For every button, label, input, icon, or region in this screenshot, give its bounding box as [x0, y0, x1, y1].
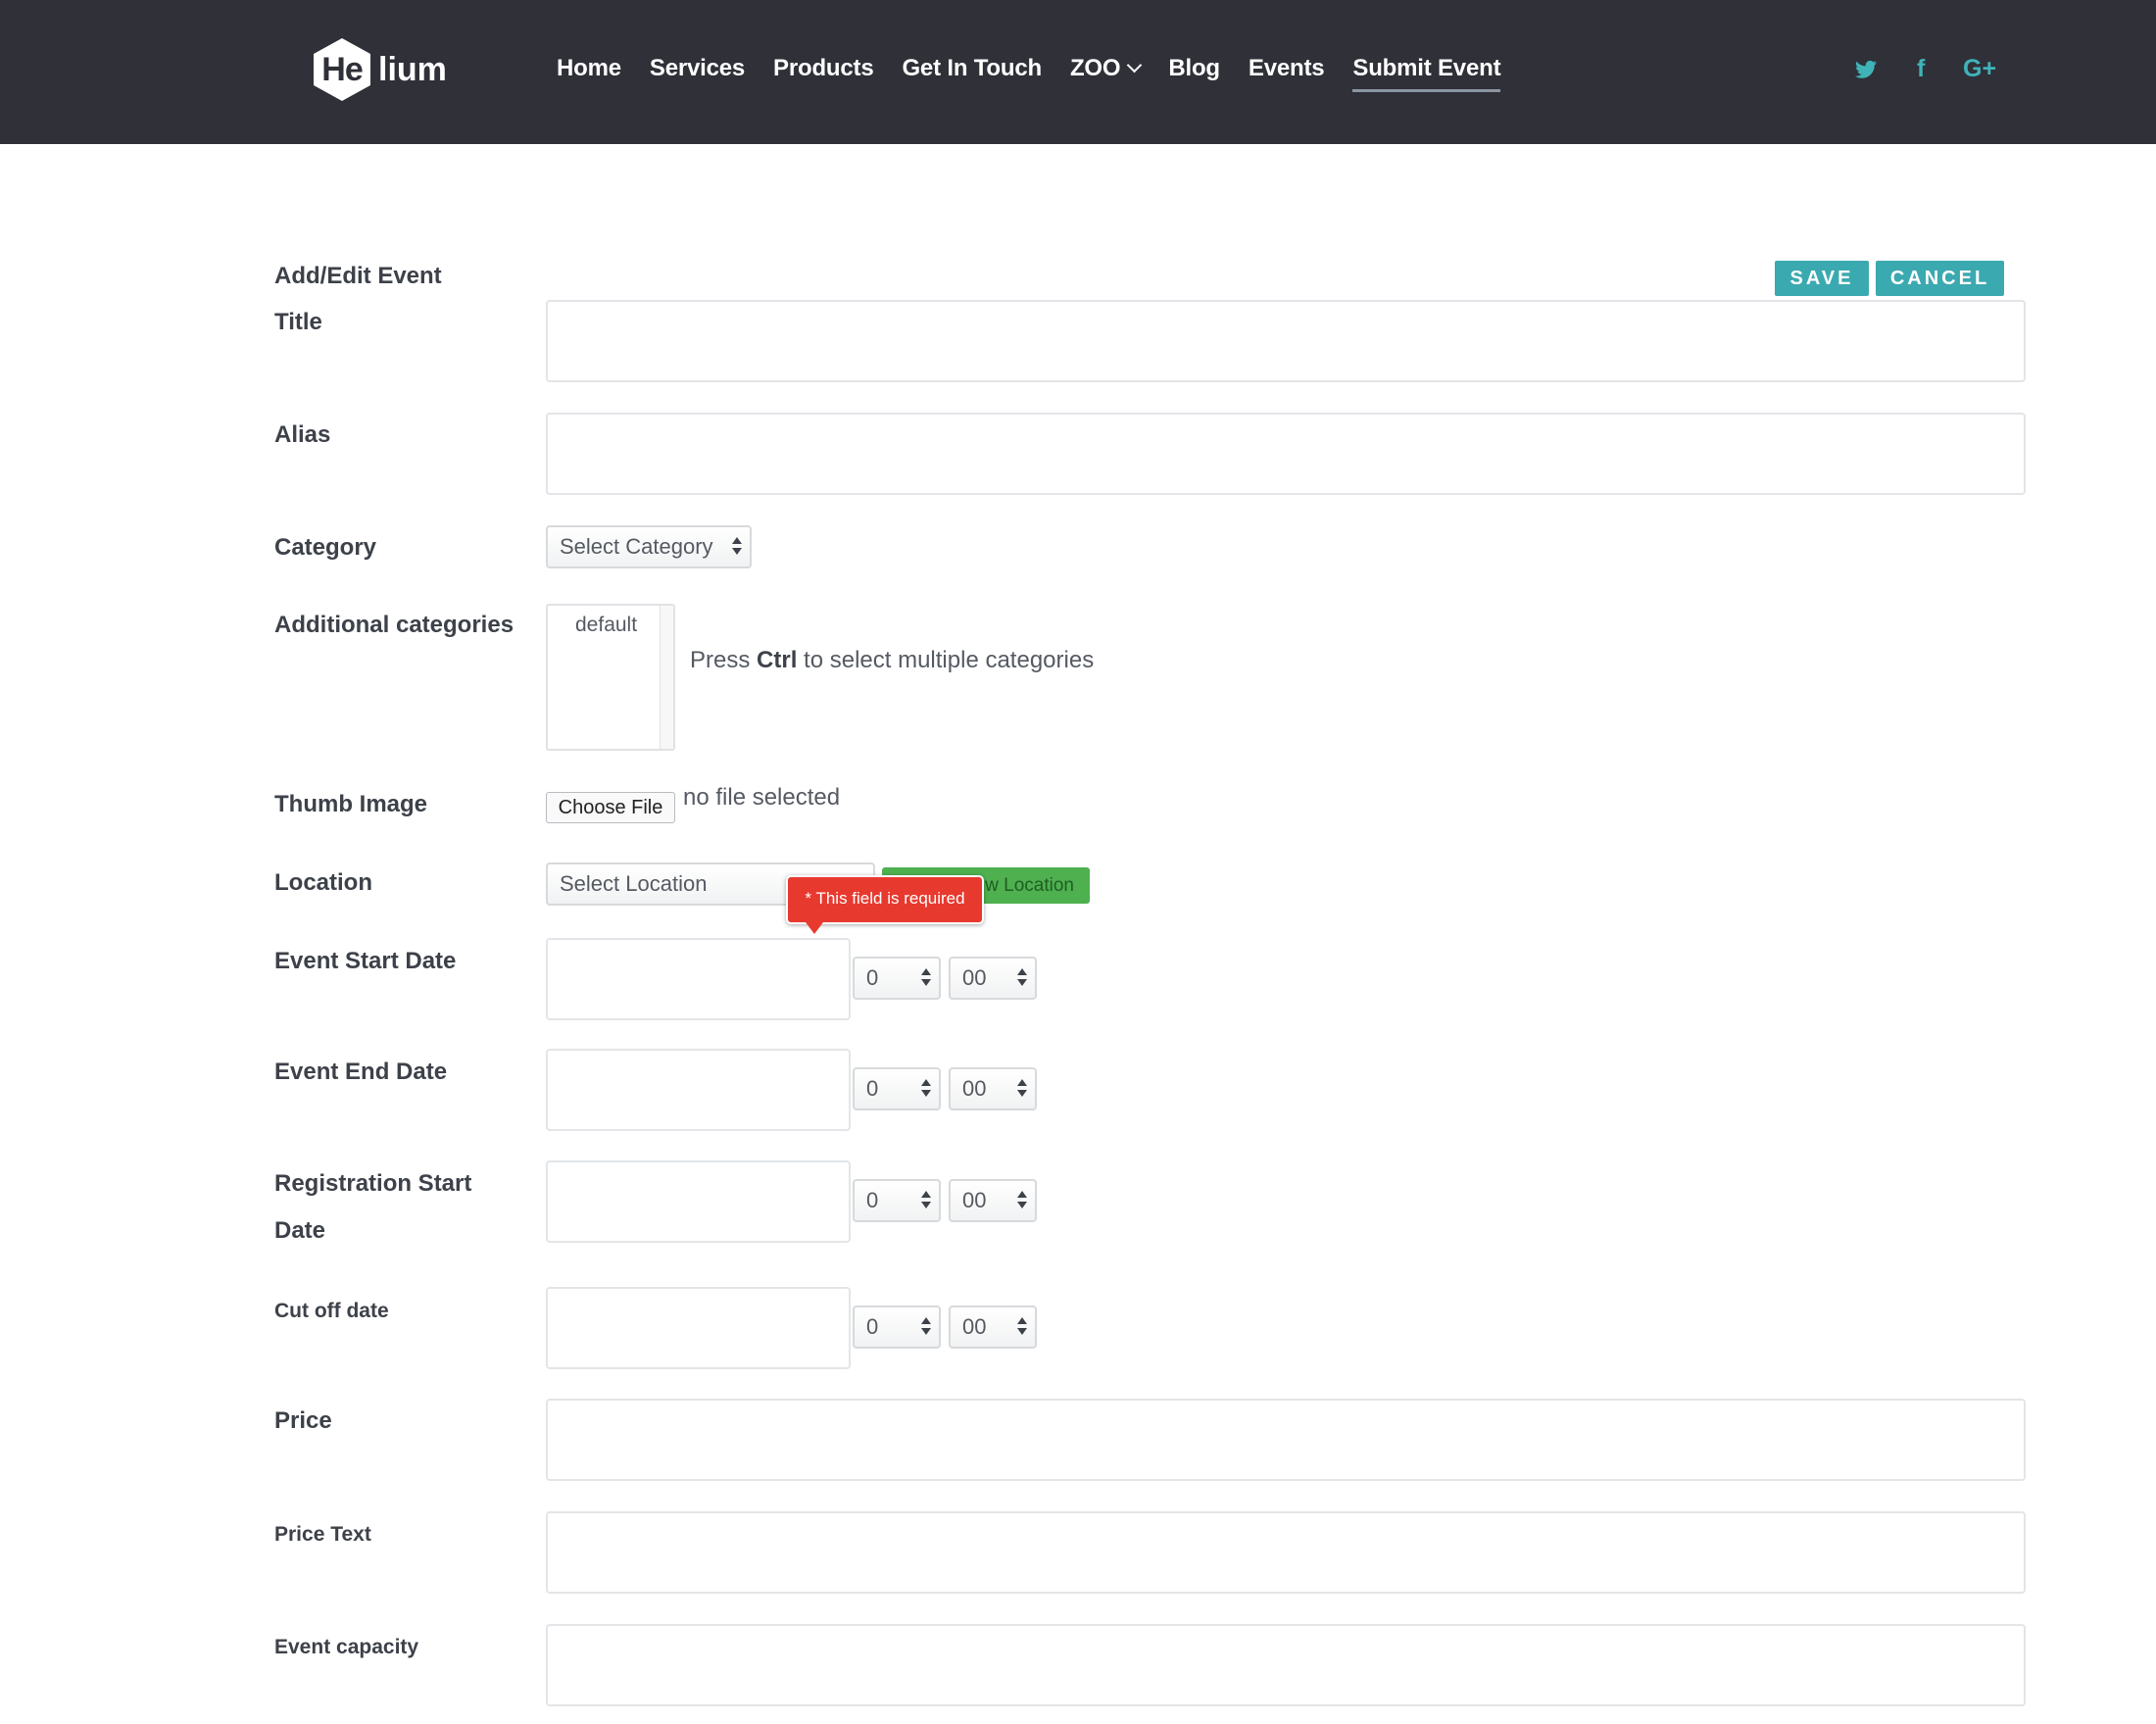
- nav-zoo-label: ZOO: [1069, 55, 1121, 81]
- price-label: Price: [274, 1407, 332, 1434]
- registration-start-date-label: Registration Start Date: [274, 1170, 472, 1244]
- select-arrows-icon: [921, 1191, 931, 1210]
- registration-start-minute-select[interactable]: 00: [949, 1179, 1037, 1222]
- event-start-date-input[interactable]: [546, 938, 851, 1020]
- logo-hexagon-icon: He: [312, 37, 372, 102]
- hour-value: 0: [866, 1314, 879, 1339]
- google-plus-icon[interactable]: G+: [1963, 51, 1996, 86]
- event-capacity-input[interactable]: [546, 1624, 2026, 1706]
- event-start-minute-select[interactable]: 00: [949, 957, 1037, 1000]
- event-end-date-input[interactable]: [546, 1049, 851, 1131]
- hint-suffix: to select multiple categories: [804, 647, 1095, 673]
- hour-value: 0: [866, 965, 879, 990]
- minute-value: 00: [962, 965, 987, 990]
- logo-text: lium: [378, 50, 447, 88]
- select-arrows-icon: [732, 537, 742, 557]
- select-arrows-icon: [921, 968, 931, 988]
- minute-value: 00: [962, 1314, 987, 1339]
- nav-zoo[interactable]: ZOO: [1069, 51, 1143, 92]
- select-arrows-icon: [1017, 968, 1027, 988]
- title-label: Title: [274, 309, 322, 335]
- additional-categories-label: Additional categories: [274, 612, 514, 638]
- event-end-minute-select[interactable]: 00: [949, 1067, 1037, 1110]
- registration-start-date-input[interactable]: [546, 1160, 851, 1243]
- cut-off-minute-select[interactable]: 00: [949, 1305, 1037, 1349]
- location-label: Location: [274, 869, 372, 896]
- category-label: Category: [274, 534, 377, 561]
- main-nav: Home Services Products Get In Touch ZOO …: [557, 51, 1529, 92]
- hour-value: 0: [866, 1188, 879, 1212]
- alias-label: Alias: [274, 421, 331, 448]
- thumb-image-label: Thumb Image: [274, 791, 428, 817]
- category-select[interactable]: Select Category: [546, 525, 752, 568]
- registration-start-hour-select[interactable]: 0: [853, 1179, 941, 1222]
- price-text-input[interactable]: [546, 1511, 2026, 1594]
- nav-blog[interactable]: Blog: [1168, 51, 1220, 92]
- tooltip-arrow: [806, 922, 823, 934]
- additional-categories-listbox[interactable]: default: [546, 604, 675, 751]
- required-field-tooltip: * This field is required: [786, 875, 984, 924]
- multi-select-hint: Press Ctrl to select multiple categories: [690, 647, 1094, 674]
- facebook-icon[interactable]: f: [1917, 51, 1925, 86]
- event-start-date-label: Event Start Date: [274, 948, 457, 974]
- select-arrows-icon: [1017, 1079, 1027, 1099]
- listbox-option-default[interactable]: default: [575, 614, 637, 637]
- price-input[interactable]: [546, 1399, 2026, 1481]
- select-arrows-icon: [1017, 1191, 1027, 1210]
- nav-products[interactable]: Products: [773, 51, 874, 92]
- minute-value: 00: [962, 1076, 987, 1101]
- select-arrows-icon: [921, 1317, 931, 1337]
- event-capacity-label: Event capacity: [274, 1636, 419, 1658]
- nav-services[interactable]: Services: [650, 51, 745, 92]
- file-status: no file selected: [683, 784, 841, 811]
- title-input[interactable]: [546, 300, 2026, 382]
- chevron-down-icon: [1127, 57, 1143, 74]
- cut-off-date-label: Cut off date: [274, 1300, 389, 1322]
- cut-off-hour-select[interactable]: 0: [853, 1305, 941, 1349]
- hint-key: Ctrl: [757, 647, 798, 673]
- helium-logo[interactable]: He lium: [312, 37, 447, 102]
- nav-get-in-touch[interactable]: Get In Touch: [902, 51, 1042, 92]
- alias-input[interactable]: [546, 413, 2026, 495]
- form-heading: Add/Edit Event: [274, 263, 442, 289]
- location-select-value: Select Location: [560, 871, 708, 896]
- save-button[interactable]: SAVE: [1775, 261, 1869, 296]
- logo-mark-text: He: [321, 51, 363, 88]
- select-arrows-icon: [921, 1079, 931, 1099]
- category-select-value: Select Category: [560, 534, 713, 559]
- listbox-scrollbar[interactable]: [660, 606, 673, 749]
- twitter-icon[interactable]: [1854, 51, 1878, 86]
- hour-value: 0: [866, 1076, 879, 1101]
- cut-off-date-input[interactable]: [546, 1287, 851, 1369]
- event-end-date-label: Event End Date: [274, 1059, 448, 1085]
- price-text-label: Price Text: [274, 1523, 371, 1546]
- choose-file-button[interactable]: Choose File: [546, 792, 675, 823]
- event-start-hour-select[interactable]: 0: [853, 957, 941, 1000]
- nav-submit-event[interactable]: Submit Event: [1352, 51, 1501, 92]
- hint-prefix: Press: [690, 647, 751, 673]
- event-end-hour-select[interactable]: 0: [853, 1067, 941, 1110]
- nav-home[interactable]: Home: [557, 51, 621, 92]
- select-arrows-icon: [1017, 1317, 1027, 1337]
- minute-value: 00: [962, 1188, 987, 1212]
- cancel-button[interactable]: CANCEL: [1876, 261, 2004, 296]
- top-navbar: He lium Home Services Products Get In To…: [0, 0, 2156, 144]
- nav-events[interactable]: Events: [1249, 51, 1325, 92]
